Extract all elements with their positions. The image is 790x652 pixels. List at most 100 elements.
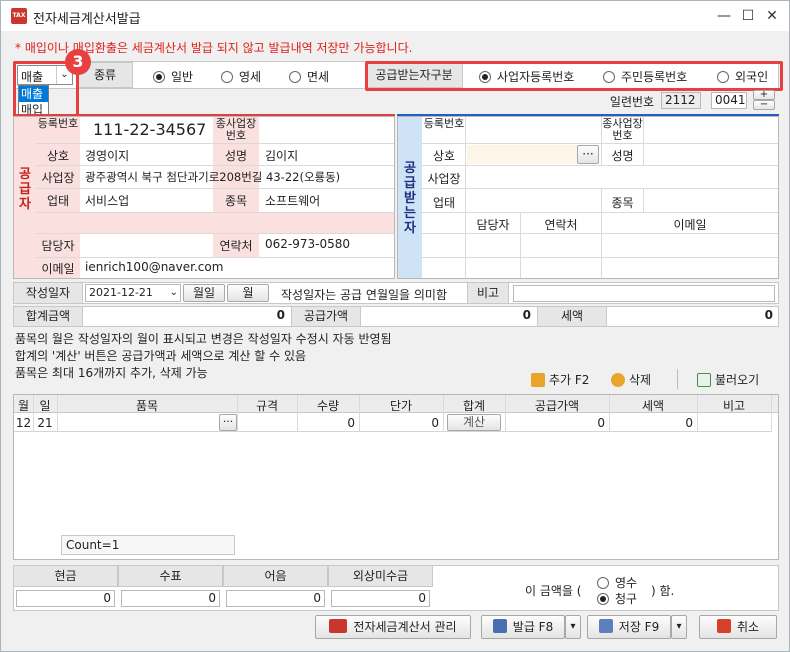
date-value: 2021-12-21 xyxy=(89,286,153,299)
note-line: 품목의 월은 작성일자의 월이 표시되고 변경은 작성일자 수정시 자동 반영됨 xyxy=(15,332,392,346)
receiver-highlight xyxy=(365,61,783,91)
buyer-reg-input[interactable] xyxy=(467,118,600,142)
title-bar: TAX 전자세금계산서발급 — ☐ ✕ xyxy=(1,1,789,31)
supplier-email-value[interactable]: ienrich100@naver.com xyxy=(85,260,223,274)
cell-supply[interactable]: 0 xyxy=(505,416,605,430)
minimize-button[interactable]: — xyxy=(713,5,735,27)
buyer-reg-label: 등록번호 xyxy=(423,117,465,130)
row-divider xyxy=(36,257,394,258)
supplier-reg-label: 등록번호 xyxy=(37,117,79,130)
supplier-name-value[interactable]: 경영이지 xyxy=(85,147,129,164)
cell-qty[interactable]: 0 xyxy=(297,416,355,430)
col-supply: 공급가액 xyxy=(534,399,580,413)
kind-general-label: 일반 xyxy=(171,70,194,84)
col-sum: 합계 xyxy=(462,399,486,413)
serial-field-2[interactable]: 0041 xyxy=(711,92,747,109)
kind-exempt-radio[interactable]: 면세 xyxy=(289,68,329,85)
buyer-addr-label: 사업장 xyxy=(427,172,461,186)
buyer-name-search-button[interactable]: ··· xyxy=(577,145,599,164)
item-search-button[interactable]: ··· xyxy=(219,414,237,431)
cell-month[interactable]: 12 xyxy=(14,416,33,430)
issue-label: 발급 F8 xyxy=(512,620,554,634)
buyer-phone-label: 연락처 xyxy=(544,218,578,232)
calc-button[interactable]: 계산 xyxy=(447,414,501,431)
tax-label: 세액 xyxy=(537,306,607,327)
buyer-biz-label: 업태 xyxy=(432,196,456,210)
claim-radio[interactable]: 청구 xyxy=(597,590,637,607)
supplier-addr-value[interactable]: 광주광역시 북구 첨단과기로208번길 43-22(오룡동) xyxy=(85,169,340,185)
serial-minus-button[interactable]: − xyxy=(753,100,775,110)
kind-general-radio[interactable]: 일반 xyxy=(153,68,193,85)
supplier-rep-label: 성명 xyxy=(224,149,248,163)
row-divider xyxy=(422,143,778,144)
add-row-button[interactable]: 추가 F2 xyxy=(531,371,589,388)
load-label: 불러오기 xyxy=(715,373,760,387)
col-memo: 비고 xyxy=(722,399,746,413)
cancel-label: 취소 xyxy=(736,620,760,634)
total-label: 합계금액 xyxy=(13,306,83,327)
supplier-biz-label: 업태 xyxy=(46,194,70,208)
chevron-down-icon[interactable]: ⌄ xyxy=(170,285,178,301)
col-divider xyxy=(57,395,58,432)
col-price: 단가 xyxy=(389,399,413,413)
add-label: 추가 F2 xyxy=(549,373,590,387)
cell-price[interactable]: 0 xyxy=(359,416,439,430)
row-divider xyxy=(36,143,394,144)
app-icon: TAX xyxy=(11,8,27,24)
credit-input[interactable]: 0 xyxy=(331,590,430,607)
buyer-contact-label: 담당자 xyxy=(476,218,510,232)
cash-label: 현금 xyxy=(13,565,118,587)
col-divider xyxy=(697,395,698,432)
issue-button[interactable]: 발급 F8 xyxy=(481,615,565,639)
manage-button[interactable]: 전자세금계산서 관리 xyxy=(315,615,471,639)
promissory-input[interactable]: 0 xyxy=(226,590,325,607)
supplier-item-value[interactable]: 소프트웨어 xyxy=(265,192,320,209)
buyer-name-input[interactable] xyxy=(467,145,577,164)
supplier-rep-value[interactable]: 김이지 xyxy=(265,147,298,164)
supplier-side-label: 공급자 xyxy=(19,167,31,212)
load-button[interactable]: 불러오기 xyxy=(697,371,759,388)
delete-icon xyxy=(611,372,625,387)
manage-label: 전자세금계산서 관리 xyxy=(353,620,457,634)
date-label: 작성일자 xyxy=(13,282,83,304)
note-line: 합계의 '계산' 버튼은 공급가액과 세액으로 계산 할 수 있음 xyxy=(15,349,307,363)
supplier-addr-label: 사업장 xyxy=(41,171,75,185)
cash-input[interactable]: 0 xyxy=(16,590,115,607)
check-input[interactable]: 0 xyxy=(121,590,220,607)
delete-label: 삭제 xyxy=(629,373,652,387)
buyer-email-label: 이메일 xyxy=(673,218,707,232)
row-divider xyxy=(36,233,394,234)
note-label: 어음 xyxy=(223,565,328,587)
supplier-sub-label: 종사업장번호 xyxy=(215,117,257,142)
restore-button[interactable]: ☐ xyxy=(737,5,759,27)
save-label: 저장 F9 xyxy=(618,620,660,634)
month-button[interactable]: 월 xyxy=(227,284,269,302)
buyer-side-label: 공급받는자 xyxy=(404,161,416,236)
supplier-phone-value[interactable]: 062-973-0580 xyxy=(265,237,350,251)
col-tax: 세액 xyxy=(641,399,665,413)
save-button[interactable]: 저장 F9 xyxy=(587,615,671,639)
issue-dropdown-button[interactable]: ▾ xyxy=(565,615,581,639)
import-icon xyxy=(697,372,711,387)
tax-doc-icon xyxy=(329,619,348,633)
kind-zero-radio[interactable]: 영세 xyxy=(221,68,261,85)
supplier-biz-value[interactable]: 서비스업 xyxy=(85,192,129,209)
month-day-button[interactable]: 월일 xyxy=(183,284,225,302)
note-line: 품목은 최대 16개까지 추가, 삭제 가능 xyxy=(15,366,208,380)
serial-field-1[interactable]: 2112 xyxy=(661,92,701,109)
col-divider xyxy=(443,395,444,432)
receipt-label: 영수 xyxy=(615,576,638,590)
supplier-reg-value[interactable]: 111-22-34567 xyxy=(93,120,206,139)
row-divider xyxy=(36,165,394,166)
close-button[interactable]: ✕ xyxy=(761,5,783,27)
cell-day[interactable]: 21 xyxy=(33,416,57,430)
date-picker[interactable]: 2021-12-21 ⌄ xyxy=(85,284,181,302)
save-dropdown-button[interactable]: ▾ xyxy=(671,615,687,639)
receipt-radio[interactable]: 영수 xyxy=(597,574,637,591)
claim-label: 청구 xyxy=(615,592,638,606)
radio-icon xyxy=(597,576,609,589)
delete-row-button[interactable]: 삭제 xyxy=(611,371,651,388)
cell-tax[interactable]: 0 xyxy=(609,416,693,430)
memo-input[interactable] xyxy=(513,285,775,302)
cancel-button[interactable]: 취소 xyxy=(699,615,777,639)
